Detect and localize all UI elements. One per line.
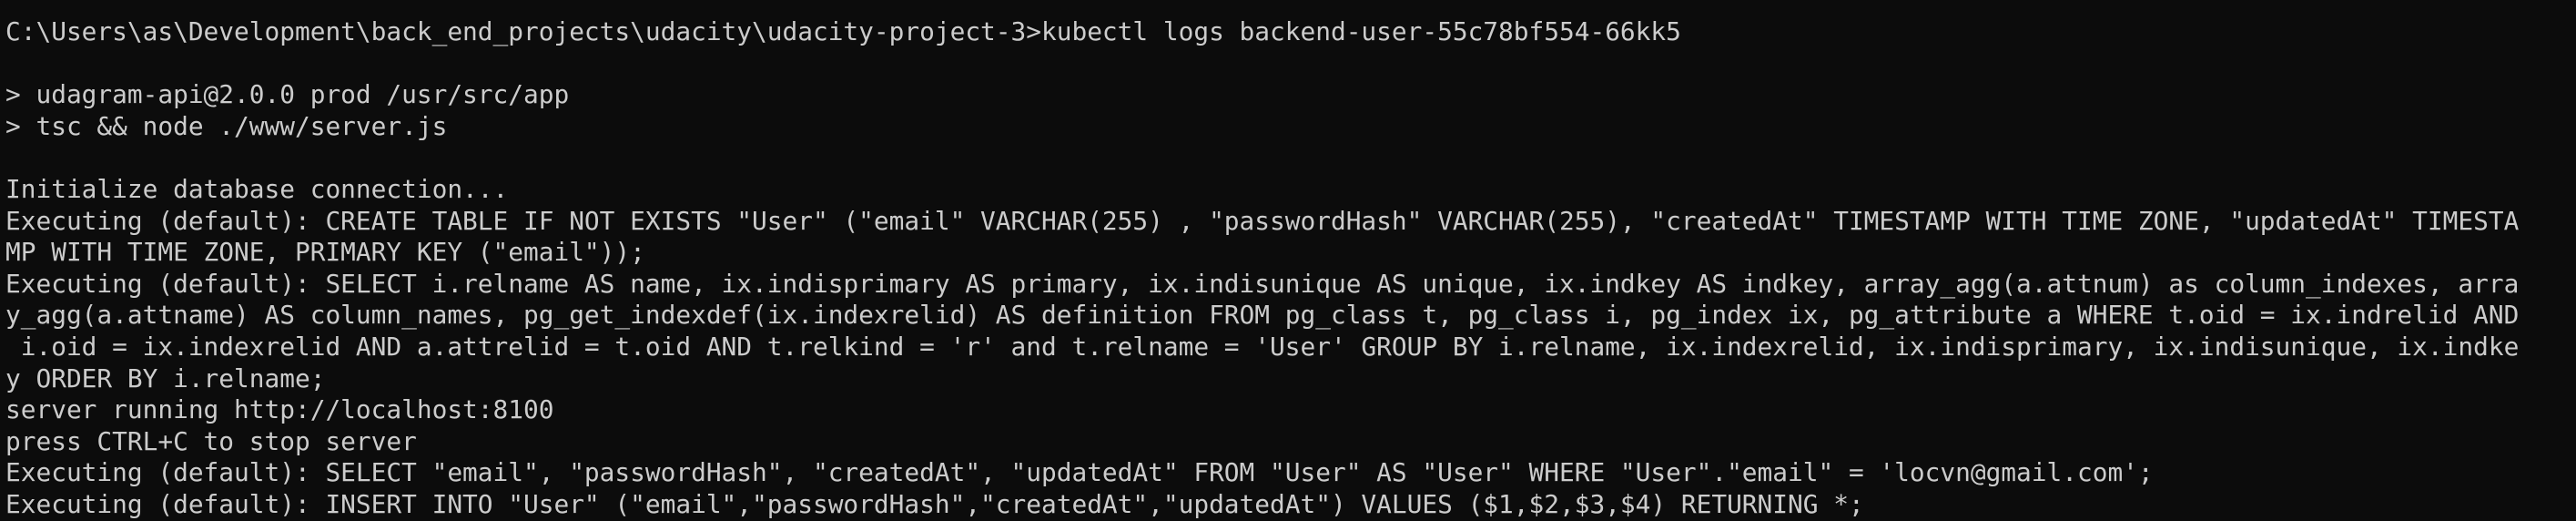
- npm-script-line: > udagram-api@2.0.0 prod /usr/src/app: [5, 79, 570, 110]
- terminal-window[interactable]: C:\Users\as\Development\back_end_project…: [0, 0, 2576, 519]
- log-line: MP WITH TIME ZONE, PRIMARY KEY ("email")…: [5, 237, 645, 268]
- log-line: i.oid = ix.indexrelid AND a.attrelid = t…: [5, 331, 2520, 362]
- log-line: server running http://localhost:8100: [5, 394, 554, 425]
- log-line: Initialize database connection...: [5, 173, 509, 204]
- log-line: y ORDER BY i.relname;: [5, 363, 326, 393]
- command-prompt-line: C:\Users\as\Development\back_end_project…: [5, 16, 1681, 46]
- npm-command-line: > tsc && node ./www/server.js: [5, 110, 448, 141]
- log-line: press CTRL+C to stop server: [5, 425, 417, 456]
- log-line: y_agg(a.attname) AS column_names, pg_get…: [5, 300, 2520, 331]
- log-line: Executing (default): SELECT i.relname AS…: [5, 268, 2520, 299]
- log-line: Executing (default): CREATE TABLE IF NOT…: [5, 205, 2520, 236]
- log-line: Executing (default): INSERT INTO "User" …: [5, 488, 1864, 519]
- log-line: Executing (default): SELECT "email", "pa…: [5, 457, 2154, 488]
